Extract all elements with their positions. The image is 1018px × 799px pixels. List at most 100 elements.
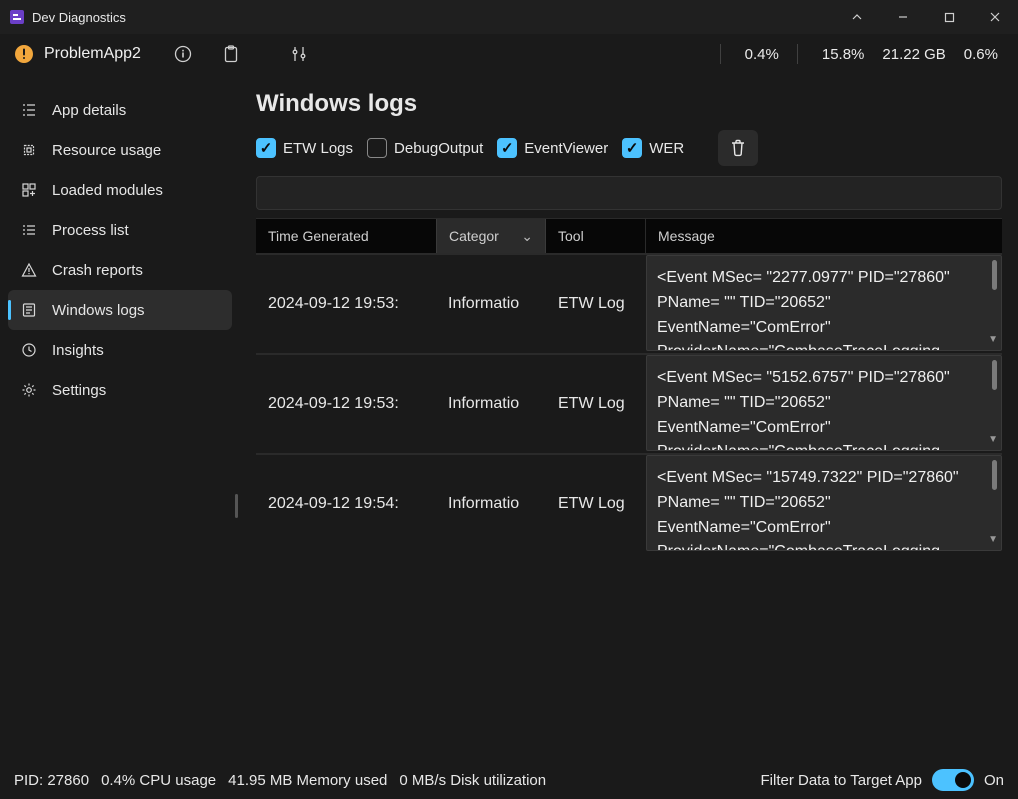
table-body: 2024-09-12 19:53: Informatio ETW Log <Ev… [256, 253, 1002, 553]
message-text: <Event MSec= "5152.6757" PID="27860" PNa… [657, 369, 950, 451]
cell-time: 2024-09-12 19:53: [256, 295, 436, 313]
filter-label: WER [649, 140, 684, 157]
scroll-down-icon[interactable]: ▼ [988, 432, 998, 448]
status-bar: PID: 27860 0.4% CPU usage 41.95 MB Memor… [0, 761, 1018, 799]
page-title: Windows logs [256, 90, 1002, 118]
header-bar: ProblemApp2 0.4% 15.8% 21.22 GB 0.6% [0, 34, 1018, 74]
cell-message[interactable]: <Event MSec= "15749.7322" PID="27860" PN… [646, 455, 1002, 551]
etw-logs-checkbox[interactable]: ✓ ETW Logs [256, 138, 353, 158]
toggle-state: On [984, 772, 1004, 789]
checkbox-off-icon [367, 138, 387, 158]
message-text: <Event MSec= "15749.7322" PID="27860" PN… [657, 469, 959, 551]
nav-label: Loaded modules [52, 182, 163, 199]
nav-label: Process list [52, 222, 129, 239]
nav-crash-reports[interactable]: Crash reports [8, 250, 232, 290]
warning-icon [14, 44, 34, 64]
target-app-name: ProblemApp2 [44, 45, 141, 63]
nav-label: Crash reports [52, 262, 143, 279]
app-icon [8, 8, 26, 26]
close-button[interactable] [972, 0, 1018, 34]
nav-app-details[interactable]: App details [8, 90, 232, 130]
filter-label: DebugOutput [394, 140, 483, 157]
clock-icon [20, 341, 38, 359]
nav-loaded-modules[interactable]: Loaded modules [8, 170, 232, 210]
window-title: Dev Diagnostics [32, 10, 126, 25]
nav-label: Windows logs [52, 302, 145, 319]
maximize-button[interactable] [926, 0, 972, 34]
checkbox-on-icon: ✓ [622, 138, 642, 158]
scrollbar-thumb[interactable] [992, 460, 997, 490]
nav-process-list[interactable]: Process list [8, 210, 232, 250]
details-icon [20, 101, 38, 119]
nav-resource-usage[interactable]: Resource usage [8, 130, 232, 170]
cell-tool: ETW Log [546, 395, 646, 413]
cell-category: Informatio [436, 495, 546, 513]
title-bar: Dev Diagnostics [0, 0, 1018, 34]
table-row[interactable]: 2024-09-12 19:53: Informatio ETW Log <Ev… [256, 253, 1002, 353]
table-row[interactable]: 2024-09-12 19:53: Informatio ETW Log <Ev… [256, 353, 1002, 453]
th-category-label: Categor [449, 228, 499, 244]
clipboard-icon[interactable] [217, 40, 245, 68]
chevron-down-icon: ⌄ [521, 228, 533, 245]
status-mem: 41.95 MB Memory used [228, 772, 387, 789]
filter-toggle[interactable] [932, 769, 974, 791]
metric-mem: 15.8% [822, 46, 865, 63]
header-metrics: 0.4% 15.8% 21.22 GB 0.6% [720, 44, 1004, 64]
gear-icon [20, 381, 38, 399]
cell-time: 2024-09-12 19:54: [256, 495, 436, 513]
status-cpu: 0.4% CPU usage [101, 772, 216, 789]
nav-windows-logs[interactable]: Windows logs [8, 290, 232, 330]
filter-bar: ✓ ETW Logs DebugOutput ✓ EventViewer ✓ W… [256, 130, 1002, 166]
checkbox-on-icon: ✓ [256, 138, 276, 158]
filter-toggle-label: Filter Data to Target App [761, 772, 922, 789]
cell-tool: ETW Log [546, 495, 646, 513]
sidebar: App details Resource usage Loaded module… [0, 74, 240, 761]
th-tool[interactable]: Tool [546, 219, 646, 253]
nav-label: Resource usage [52, 142, 161, 159]
nav-label: Insights [52, 342, 104, 359]
cpu-icon [20, 141, 38, 159]
nav-settings[interactable]: Settings [8, 370, 232, 410]
filter-label: ETW Logs [283, 140, 353, 157]
info-icon[interactable] [169, 40, 197, 68]
scroll-down-icon[interactable]: ▼ [988, 332, 998, 348]
metric-disk: 0.6% [964, 46, 998, 63]
list-icon [20, 221, 38, 239]
debugoutput-checkbox[interactable]: DebugOutput [367, 138, 483, 158]
message-text: <Event MSec= "2277.0977" PID="27860" PNa… [657, 269, 950, 351]
metric-cpu: 0.4% [745, 46, 779, 63]
cell-message[interactable]: <Event MSec= "2277.0977" PID="27860" PNa… [646, 255, 1002, 351]
caret-up-icon[interactable] [834, 0, 880, 34]
checkbox-on-icon: ✓ [497, 138, 517, 158]
modules-icon [20, 181, 38, 199]
scrollbar-thumb[interactable] [992, 360, 997, 390]
minimize-button[interactable] [880, 0, 926, 34]
tools-icon[interactable] [285, 40, 313, 68]
eventviewer-checkbox[interactable]: ✓ EventViewer [497, 138, 608, 158]
nav-label: Settings [52, 382, 106, 399]
cell-message[interactable]: <Event MSec= "5152.6757" PID="27860" PNa… [646, 355, 1002, 451]
th-category-dropdown[interactable]: Categor ⌄ [436, 219, 546, 253]
scroll-down-icon[interactable]: ▼ [988, 532, 998, 548]
metric-total: 21.22 GB [882, 46, 945, 63]
cell-category: Informatio [436, 395, 546, 413]
status-pid: PID: 27860 [14, 772, 89, 789]
cell-time: 2024-09-12 19:53: [256, 395, 436, 413]
content-pane: Windows logs ✓ ETW Logs DebugOutput ✓ Ev… [240, 74, 1018, 761]
th-time[interactable]: Time Generated [256, 219, 436, 253]
table-row[interactable]: 2024-09-12 19:54: Informatio ETW Log <Ev… [256, 453, 1002, 553]
cell-category: Informatio [436, 295, 546, 313]
clear-logs-button[interactable] [718, 130, 758, 166]
nav-label: App details [52, 102, 126, 119]
nav-insights[interactable]: Insights [8, 330, 232, 370]
th-message[interactable]: Message [646, 219, 1002, 253]
scrollbar-thumb[interactable] [992, 260, 997, 290]
warning-triangle-icon [20, 261, 38, 279]
wer-checkbox[interactable]: ✓ WER [622, 138, 684, 158]
status-disk: 0 MB/s Disk utilization [399, 772, 546, 789]
logs-icon [20, 301, 38, 319]
search-input[interactable] [256, 176, 1002, 210]
sidebar-resize-handle[interactable] [235, 494, 238, 518]
cell-tool: ETW Log [546, 295, 646, 313]
filter-label: EventViewer [524, 140, 608, 157]
